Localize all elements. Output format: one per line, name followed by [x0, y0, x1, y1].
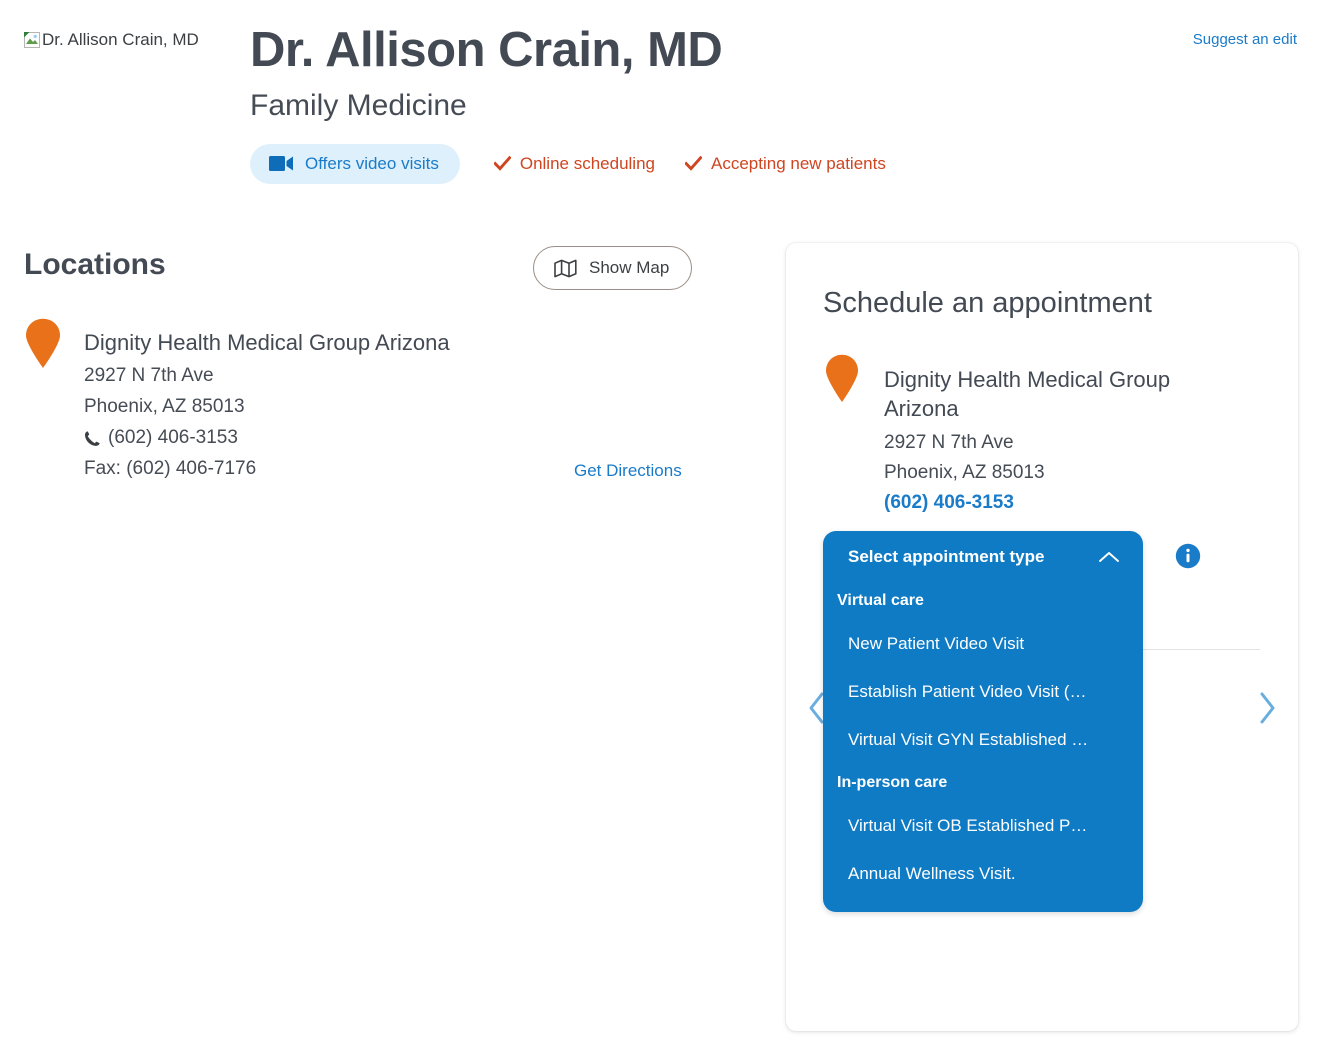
phone-icon [85, 430, 100, 446]
doctor-specialty: Family Medicine [250, 88, 467, 122]
appointment-location-phone[interactable]: (602) 406-3153 [884, 492, 1204, 514]
location-street: 2927 N 7th Ave [84, 365, 214, 386]
dropdown-item[interactable]: Virtual Visit OB Established P… [823, 802, 1143, 850]
appointment-location-city-state-zip: Phoenix, AZ 85013 [884, 461, 1045, 483]
location-city-state-zip: Phoenix, AZ 85013 [84, 396, 245, 417]
suggest-an-edit-link[interactable]: Suggest an edit [1193, 31, 1297, 48]
location-fax: Fax: (602) 406-7176 [84, 458, 257, 479]
map-pin-icon [826, 354, 858, 402]
schedule-appointment-title: Schedule an appointment [823, 287, 1152, 319]
broken-image-icon [24, 32, 40, 48]
badge-offers-video-visits[interactable]: Offers video visits [250, 143, 460, 184]
badge-accepting-new-patients: Accepting new patients [685, 154, 886, 174]
doctor-profile-page: Suggest an edit Dr. Allison Crain, MD Dr… [0, 0, 1319, 1052]
dropdown-item[interactable]: Establish Patient Video Visit (… [823, 668, 1143, 716]
locations-heading: Locations [24, 248, 166, 281]
dropdown-item[interactable]: Annual Wellness Visit. [823, 850, 1143, 898]
badge-online-scheduling-label: Online scheduling [519, 153, 655, 173]
doctor-photo-alt-text: Dr. Allison Crain, MD [42, 30, 199, 49]
location-details: Dignity Health Medical Group Arizona 292… [84, 330, 554, 480]
info-icon[interactable] [1175, 543, 1201, 569]
video-camera-icon [269, 156, 293, 172]
doctor-header: Dr. Allison Crain, MD Family Medicine Of… [250, 24, 1150, 184]
badge-video-label: Offers video visits [305, 153, 439, 173]
appointment-type-dropdown: Select appointment type Virtual care New… [823, 531, 1143, 912]
chevron-up-icon [1099, 552, 1119, 562]
dropdown-group-label: In-person care [837, 774, 948, 791]
appointment-location-details: Dignity Health Medical Group Arizona 292… [884, 365, 1204, 514]
appointment-location-street: 2927 N 7th Ave [884, 431, 1014, 453]
dropdown-item[interactable]: Virtual Visit GYN Established … [823, 716, 1143, 764]
check-icon [685, 155, 702, 171]
get-directions-link[interactable]: Get Directions [574, 461, 682, 481]
check-icon [493, 155, 511, 171]
appointment-type-dropdown-toggle[interactable]: Select appointment type [823, 531, 1143, 582]
badge-accepting-label: Accepting new patients [711, 153, 886, 173]
appointment-location-name: Dignity Health Medical Group Arizona [884, 367, 1171, 422]
location-name: Dignity Health Medical Group Arizona [84, 330, 450, 355]
show-map-label: Show Map [589, 258, 670, 277]
show-map-button[interactable]: Show Map [533, 246, 693, 290]
location-phone[interactable]: (602) 406-3153 [84, 427, 554, 449]
badge-row: Offers video visits Online scheduling Ac… [250, 143, 1150, 184]
map-icon [554, 259, 577, 277]
doctor-photo-placeholder: Dr. Allison Crain, MD [24, 28, 230, 53]
appointment-type-dropdown-label: Select appointment type [848, 547, 1045, 566]
dropdown-group-label: Virtual care [837, 592, 924, 609]
dropdown-item[interactable]: New Patient Video Visit [823, 620, 1143, 668]
map-pin-icon [26, 318, 60, 368]
page-title: Dr. Allison Crain, MD [250, 23, 723, 77]
chevron-right-icon[interactable] [1256, 691, 1278, 725]
badge-online-scheduling: Online scheduling [493, 153, 655, 174]
location-phone-number: (602) 406-3153 [108, 427, 238, 448]
